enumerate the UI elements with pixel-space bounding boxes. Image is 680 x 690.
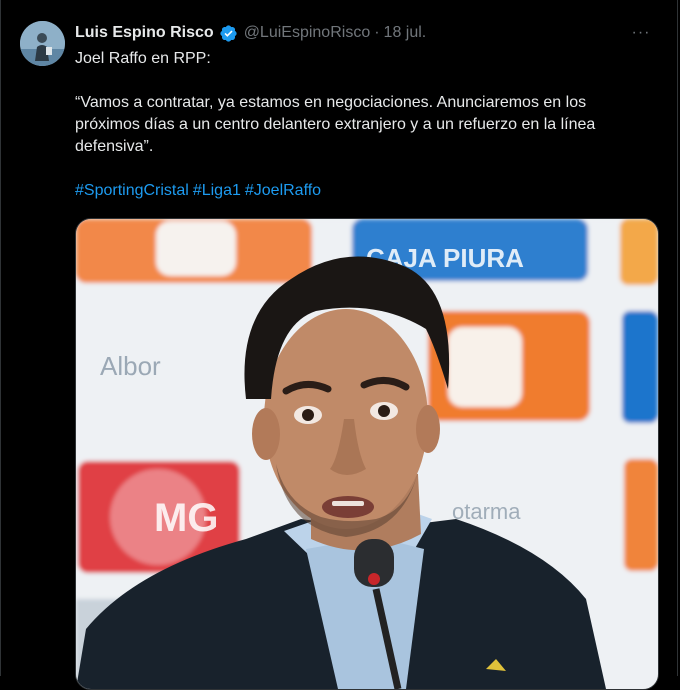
tweet-line-intro: Joel Raffo en RPP: (75, 50, 211, 67)
tweet-text: Joel Raffo en RPP: “Vamos a contratar, y… (75, 48, 645, 202)
backdrop-text-albor: Albor (100, 351, 161, 381)
more-options-icon[interactable]: ··· (629, 22, 653, 44)
hashtag-joelraffo[interactable]: #JoelRaffo (245, 182, 321, 199)
press-conference-photo: CAJA PIURA Albor MG otarma (76, 219, 658, 689)
hashtag-sportingcristal[interactable]: #SportingCristal (75, 182, 189, 199)
tweet-quote: “Vamos a contratar, ya estamos en negoci… (75, 94, 596, 155)
tweet-date[interactable]: 18 jul. (384, 24, 427, 42)
hashtag-liga1[interactable]: #Liga1 (193, 182, 241, 199)
hashtag-list: #SportingCristal #Liga1 #JoelRaffo (75, 180, 645, 202)
tweet-card[interactable]: Luis Espino Risco @LuiEspinoRisco · 18 j… (0, 0, 678, 690)
tweet-photo[interactable]: CAJA PIURA Albor MG otarma (75, 218, 659, 690)
avatar-image (20, 21, 65, 66)
meta-separator: · (374, 24, 380, 41)
avatar[interactable] (20, 21, 65, 66)
backdrop-text-otarma: otarma (452, 499, 521, 524)
backdrop-text-mg: MG (154, 496, 218, 540)
author-handle[interactable]: @LuiEspinoRisco (244, 24, 371, 42)
author-name[interactable]: Luis Espino Risco (75, 24, 214, 42)
verified-badge-icon (220, 24, 237, 42)
tweet-header: Luis Espino Risco @LuiEspinoRisco · 18 j… (75, 22, 657, 44)
